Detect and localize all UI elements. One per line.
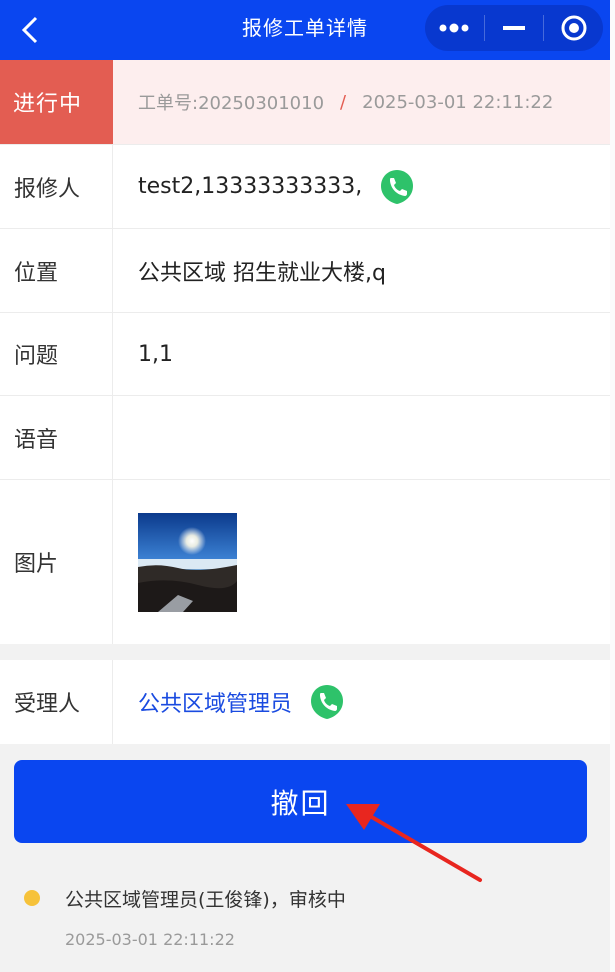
timeline-text: 公共区域管理员(王俊锋)，审核中 — [65, 889, 346, 911]
voice-row: 语音 — [0, 395, 610, 479]
timeline-dot — [24, 890, 40, 906]
reporter-value-wrap: test2,13333333333, — [138, 145, 414, 228]
reporter-value: test2,13333333333, — [138, 174, 363, 199]
close-button[interactable] — [544, 5, 603, 51]
order-info: 工单号:20250301010 / 2025-03-01 22:11:22 — [138, 60, 553, 144]
top-nav-bar: 报修工单详情 — [0, 0, 610, 60]
minimize-button[interactable] — [485, 5, 544, 51]
photo-label: 图片 — [0, 480, 113, 644]
voice-label: 语音 — [0, 396, 113, 479]
handler-label: 受理人 — [0, 660, 113, 744]
more-dots-icon — [439, 23, 469, 33]
location-label: 位置 — [0, 229, 113, 312]
reporter-label: 报修人 — [0, 145, 113, 228]
photo-value — [138, 480, 237, 644]
handler-value-wrap: 公共区域管理员 — [138, 660, 344, 744]
order-number: 工单号:20250301010 — [138, 93, 325, 114]
phone-icon[interactable] — [380, 169, 414, 205]
phone-icon[interactable] — [310, 684, 344, 720]
mini-program-capsule — [425, 5, 603, 51]
more-button[interactable] — [425, 5, 484, 51]
problem-value: 1,1 — [138, 341, 173, 367]
problem-row: 问题 1,1 — [0, 312, 610, 395]
timeline-time: 2025-03-01 22:11:22 — [65, 930, 235, 949]
handler-row: 受理人 公共区域管理员 — [0, 660, 610, 744]
status-badge: 进行中 — [0, 60, 113, 144]
close-circle-icon — [561, 15, 587, 41]
minimize-icon — [503, 26, 525, 30]
edge-strip — [610, 0, 615, 972]
location-value: 公共区域 招生就业大楼,q — [138, 260, 386, 286]
order-separator: / — [340, 91, 347, 113]
handler-value[interactable]: 公共区域管理员 — [138, 686, 292, 718]
photo-row: 图片 — [0, 479, 610, 644]
problem-label: 问题 — [0, 313, 113, 395]
annotation-arrow — [346, 804, 482, 882]
recall-button[interactable]: 撤回 — [14, 760, 587, 843]
location-row: 位置 公共区域 招生就业大楼,q — [0, 228, 610, 312]
photo-thumbnail[interactable] — [138, 512, 237, 612]
reporter-row: 报修人 test2,13333333333, — [0, 144, 610, 228]
order-datetime: 2025-03-01 22:11:22 — [362, 91, 554, 113]
status-row: 进行中 工单号:20250301010 / 2025-03-01 22:11:2… — [0, 60, 610, 144]
